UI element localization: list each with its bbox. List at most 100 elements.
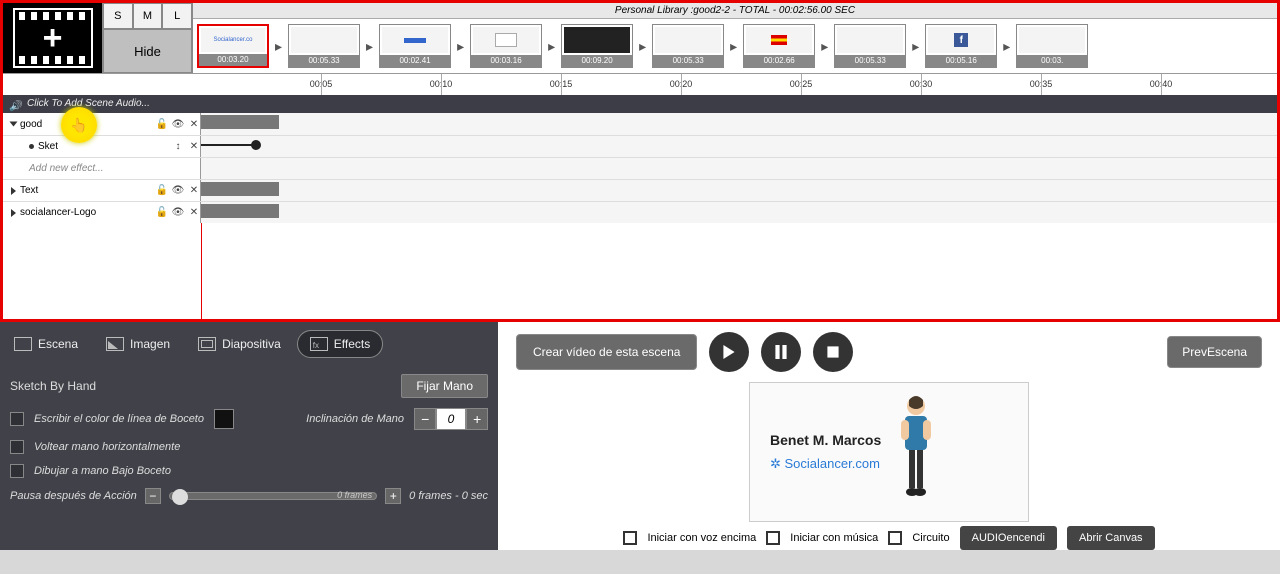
scene-audio-hint: Click To Add Scene Audio... <box>27 98 150 109</box>
close-icon[interactable]: ✕ <box>188 118 200 130</box>
pause-button[interactable] <box>761 332 801 372</box>
pause-summary: 0 frames - 0 sec <box>409 490 488 502</box>
tab-diapositiva[interactable]: Diapositiva <box>186 331 293 357</box>
scene-thumb[interactable]: 00:02.66 <box>743 24 815 68</box>
track-text-disclosure[interactable] <box>11 187 16 195</box>
stop-button[interactable] <box>813 332 853 372</box>
thumb-duration: 00:05.33 <box>835 55 905 67</box>
thumb-duration: 00:03. <box>1017 55 1087 67</box>
view-icon[interactable]: 👁 <box>172 207 184 219</box>
size-s-button[interactable]: S <box>103 3 133 29</box>
circuit-checkbox[interactable] <box>888 531 902 545</box>
close-icon[interactable]: ✕ <box>188 141 200 153</box>
scene-thumb[interactable]: 00:03.16 <box>470 24 542 68</box>
track-goodz-disclosure[interactable] <box>10 122 18 127</box>
thumb-arrow-icon: ▸ <box>455 38 466 55</box>
pause-slider-handle[interactable] <box>172 489 188 505</box>
scene-icon <box>14 337 32 351</box>
thumb-duration: 00:05.33 <box>653 55 723 67</box>
play-button[interactable] <box>709 332 749 372</box>
circuit-label: Circuito <box>912 532 949 544</box>
scene-thumb[interactable]: f00:05.16 <box>925 24 997 68</box>
pause-frames-readout: 0 frames <box>337 490 372 500</box>
fix-hand-button[interactable]: Fijar Mano <box>401 374 488 398</box>
track-goodz-clip[interactable] <box>201 115 279 129</box>
pause-minus-button[interactable]: − <box>145 488 161 504</box>
track-logo-clip[interactable] <box>201 204 279 218</box>
scene-thumb[interactable]: 00:02.41 <box>379 24 451 68</box>
sort-icon[interactable]: ↕ <box>172 141 184 153</box>
size-m-button[interactable]: M <box>133 3 163 29</box>
image-icon <box>106 337 124 351</box>
close-icon[interactable]: ✕ <box>188 207 200 219</box>
track-sketch-label: Sket <box>38 141 58 152</box>
prev-scene-button[interactable]: PrevEscena <box>1167 336 1262 368</box>
write-color-checkbox[interactable] <box>10 412 24 426</box>
voice-over-label: Iniciar con voz encima <box>647 532 756 544</box>
sketch-color-swatch[interactable] <box>214 409 234 429</box>
track-sketch-range[interactable] <box>201 144 255 146</box>
slide-icon <box>198 337 216 351</box>
add-scene-film-button[interactable]: + <box>3 3 103 73</box>
scene-thumb[interactable]: 00:05.33 <box>288 24 360 68</box>
scene-thumb[interactable]: 00:09.20 <box>561 24 633 68</box>
tab-effects-label: Effects <box>334 337 370 351</box>
time-ruler[interactable]: 00:0500:1000:1500:2000:2500:3000:3500:40 <box>3 73 1277 95</box>
stop-icon <box>826 345 840 359</box>
with-music-checkbox[interactable] <box>766 531 780 545</box>
pause-label: Pausa después de Acción <box>10 490 137 502</box>
lock-icon[interactable]: 🔓 <box>156 185 168 197</box>
thumb-duration: 00:09.20 <box>562 55 632 67</box>
draw-low-label: Dibujar a mano Bajo Boceto <box>34 465 171 477</box>
thumb-arrow-icon: ▸ <box>819 38 830 55</box>
write-color-label: Escribir el color de línea de Boceto <box>34 413 204 425</box>
speaker-icon: 🔊 <box>9 98 21 110</box>
playhead[interactable] <box>201 223 202 319</box>
thumb-duration: 00:05.16 <box>926 55 996 67</box>
open-canvas-button[interactable]: Abrir Canvas <box>1067 526 1155 550</box>
pause-icon <box>774 345 788 359</box>
incline-minus-button[interactable]: − <box>414 408 436 430</box>
preview-character <box>891 392 941 512</box>
view-icon[interactable]: 👁 <box>172 118 184 130</box>
view-icon[interactable]: 👁 <box>172 185 184 197</box>
track-addfx-label[interactable]: Add new effect... <box>29 163 104 174</box>
lock-icon[interactable]: 🔓 <box>156 207 168 219</box>
draw-low-checkbox[interactable] <box>10 464 24 478</box>
track-text-clip[interactable] <box>201 182 279 196</box>
scene-thumb[interactable]: Socialancer.co00:03.20 <box>197 24 269 68</box>
thumb-arrow-icon: ▸ <box>273 38 284 55</box>
incline-plus-button[interactable]: + <box>466 408 488 430</box>
thumb-duration: 00:02.41 <box>380 55 450 67</box>
tab-escena[interactable]: Escena <box>2 331 90 357</box>
tab-imagen-label: Imagen <box>130 337 170 351</box>
thumb-arrow-icon: ▸ <box>910 38 921 55</box>
tab-escena-label: Escena <box>38 337 78 351</box>
thumb-duration: 00:03.16 <box>471 55 541 67</box>
scene-thumb[interactable]: 00:03. <box>1016 24 1088 68</box>
tab-imagen[interactable]: Imagen <box>94 331 182 357</box>
flip-hand-checkbox[interactable] <box>10 440 24 454</box>
library-header: Personal Library :good2-2 - TOTAL - 00:0… <box>193 3 1277 19</box>
voice-over-checkbox[interactable] <box>623 531 637 545</box>
track-sketch-handle[interactable] <box>251 140 261 150</box>
scene-thumb[interactable]: 00:05.33 <box>834 24 906 68</box>
create-video-button[interactable]: Crear vídeo de esta escena <box>516 334 697 370</box>
incline-label: Inclinación de Mano <box>306 413 404 425</box>
preview-site: ✲ Socialancer.com <box>770 456 881 472</box>
track-logo-disclosure[interactable] <box>11 209 16 217</box>
audio-on-button[interactable]: AUDIOencendi <box>960 526 1057 550</box>
thumb-duration: 00:03.20 <box>199 54 267 66</box>
tab-effects[interactable]: Effects <box>297 330 383 358</box>
close-icon[interactable]: ✕ <box>188 185 200 197</box>
effects-icon <box>310 337 328 351</box>
hide-thumbs-button[interactable]: Hide <box>103 29 192 73</box>
pause-slider[interactable]: 0 frames <box>169 492 377 500</box>
size-l-button[interactable]: L <box>162 3 192 29</box>
play-icon <box>722 345 736 359</box>
scene-thumb[interactable]: 00:05.33 <box>652 24 724 68</box>
scene-audio-bar[interactable]: 🔊 Click To Add Scene Audio... <box>3 95 1277 113</box>
pause-plus-button[interactable]: + <box>385 488 401 504</box>
cursor-highlight: 👆 <box>61 107 97 143</box>
lock-icon[interactable]: 🔓 <box>156 118 168 130</box>
